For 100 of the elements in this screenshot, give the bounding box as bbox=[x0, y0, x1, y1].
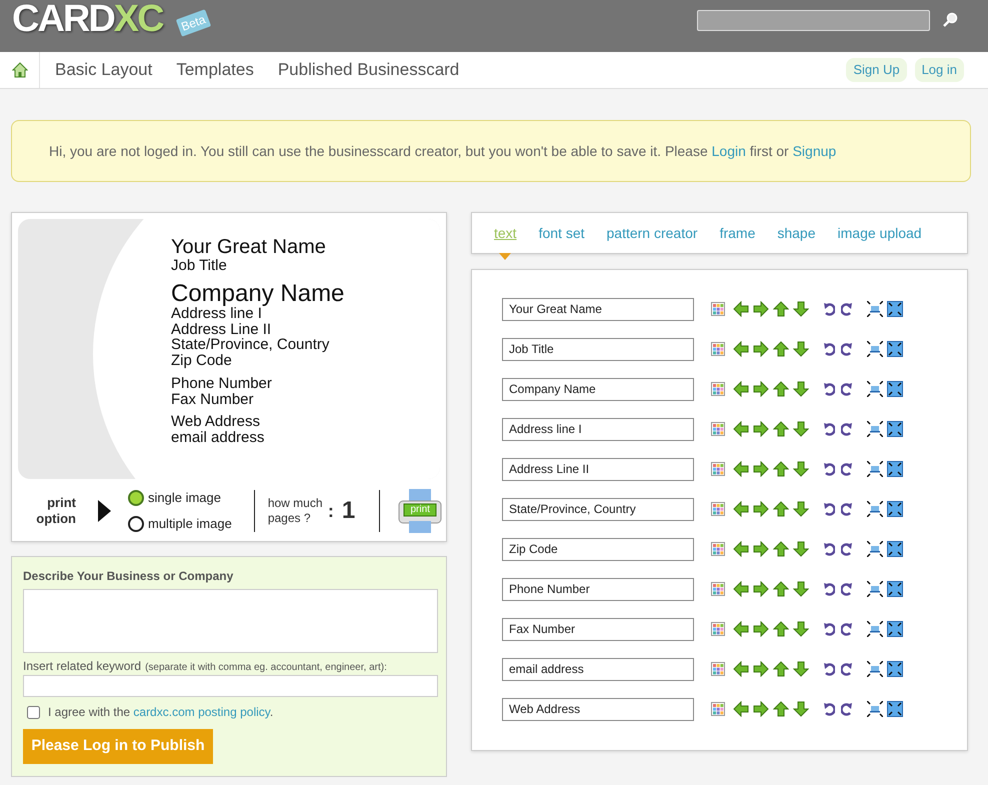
arrow-down-icon[interactable] bbox=[793, 621, 809, 637]
radio-button[interactable] bbox=[128, 516, 144, 532]
arrow-right-icon[interactable] bbox=[753, 661, 769, 677]
rotate-left-icon[interactable] bbox=[823, 542, 835, 556]
arrow-left-icon[interactable] bbox=[733, 421, 749, 437]
arrow-right-icon[interactable] bbox=[753, 421, 769, 437]
arrow-right-icon[interactable] bbox=[753, 541, 769, 557]
rotate-right-icon[interactable] bbox=[841, 462, 853, 476]
text-field[interactable]: Address line I bbox=[502, 418, 694, 440]
arrow-left-icon[interactable] bbox=[733, 381, 749, 397]
arrow-left-icon[interactable] bbox=[733, 581, 749, 597]
arrow-right-icon[interactable] bbox=[753, 581, 769, 597]
rotate-right-icon[interactable] bbox=[841, 342, 853, 356]
rotate-right-icon[interactable] bbox=[841, 302, 853, 316]
arrow-down-icon[interactable] bbox=[793, 701, 809, 717]
arrow-right-icon[interactable] bbox=[753, 621, 769, 637]
text-field[interactable]: Your Great Name bbox=[502, 298, 694, 320]
text-field[interactable]: Fax Number bbox=[502, 618, 694, 640]
expand-icon[interactable] bbox=[887, 341, 903, 357]
color-palette-icon[interactable] bbox=[711, 422, 725, 436]
expand-icon[interactable] bbox=[887, 381, 903, 397]
nav-link[interactable]: Templates bbox=[176, 57, 254, 83]
color-palette-icon[interactable] bbox=[711, 302, 725, 316]
rotate-left-icon[interactable] bbox=[823, 382, 835, 396]
arrow-down-icon[interactable] bbox=[793, 341, 809, 357]
arrow-down-icon[interactable] bbox=[793, 421, 809, 437]
arrow-down-icon[interactable] bbox=[793, 541, 809, 557]
shrink-icon[interactable] bbox=[867, 661, 883, 677]
rotate-left-icon[interactable] bbox=[823, 662, 835, 676]
expand-icon[interactable] bbox=[887, 701, 903, 717]
rotate-right-icon[interactable] bbox=[841, 422, 853, 436]
expand-icon[interactable] bbox=[887, 421, 903, 437]
description-field[interactable] bbox=[23, 589, 438, 653]
shrink-icon[interactable] bbox=[867, 421, 883, 437]
rotate-right-icon[interactable] bbox=[841, 582, 853, 596]
arrow-left-icon[interactable] bbox=[733, 341, 749, 357]
logo-text[interactable]: CARDXC bbox=[12, 0, 163, 40]
text-field[interactable]: State/Province, Country bbox=[502, 498, 694, 520]
home-icon[interactable] bbox=[12, 62, 28, 78]
rotate-right-icon[interactable] bbox=[841, 702, 853, 716]
arrow-down-icon[interactable] bbox=[793, 461, 809, 477]
arrow-up-icon[interactable] bbox=[773, 541, 789, 557]
text-field[interactable]: Company Name bbox=[502, 378, 694, 400]
arrow-right-icon[interactable] bbox=[753, 301, 769, 317]
rotate-right-icon[interactable] bbox=[841, 502, 853, 516]
shrink-icon[interactable] bbox=[867, 301, 883, 317]
arrow-left-icon[interactable] bbox=[733, 661, 749, 677]
nav-link[interactable]: Published Businesscard bbox=[278, 57, 460, 83]
radio-button[interactable] bbox=[128, 490, 144, 506]
rotate-left-icon[interactable] bbox=[823, 422, 835, 436]
text-field[interactable]: Job Title bbox=[502, 338, 694, 360]
text-field[interactable]: Phone Number bbox=[502, 578, 694, 600]
shrink-icon[interactable] bbox=[867, 581, 883, 597]
color-palette-icon[interactable] bbox=[711, 662, 725, 676]
arrow-right-icon[interactable] bbox=[753, 381, 769, 397]
shrink-icon[interactable] bbox=[867, 541, 883, 557]
agree-checkbox[interactable] bbox=[27, 706, 40, 718]
shrink-icon[interactable] bbox=[867, 621, 883, 637]
arrow-up-icon[interactable] bbox=[773, 301, 789, 317]
text-field[interactable]: Address Line II bbox=[502, 458, 694, 480]
rotate-left-icon[interactable] bbox=[823, 302, 835, 316]
shrink-icon[interactable] bbox=[867, 381, 883, 397]
arrow-up-icon[interactable] bbox=[773, 661, 789, 677]
rotate-right-icon[interactable] bbox=[841, 382, 853, 396]
color-palette-icon[interactable] bbox=[711, 542, 725, 556]
arrow-right-icon[interactable] bbox=[753, 341, 769, 357]
arrow-left-icon[interactable] bbox=[733, 541, 749, 557]
arrow-left-icon[interactable] bbox=[733, 501, 749, 517]
rotate-right-icon[interactable] bbox=[841, 662, 853, 676]
arrow-left-icon[interactable] bbox=[733, 621, 749, 637]
text-field[interactable]: Zip Code bbox=[502, 538, 694, 560]
search-field[interactable] bbox=[697, 10, 930, 30]
rotate-left-icon[interactable] bbox=[823, 622, 835, 636]
arrow-up-icon[interactable] bbox=[773, 341, 789, 357]
expand-icon[interactable] bbox=[887, 461, 903, 477]
rotate-left-icon[interactable] bbox=[823, 342, 835, 356]
arrow-up-icon[interactable] bbox=[773, 621, 789, 637]
arrow-down-icon[interactable] bbox=[793, 661, 809, 677]
color-palette-icon[interactable] bbox=[711, 622, 725, 636]
color-palette-icon[interactable] bbox=[711, 382, 725, 396]
expand-icon[interactable] bbox=[887, 501, 903, 517]
arrow-left-icon[interactable] bbox=[733, 301, 749, 317]
arrow-down-icon[interactable] bbox=[793, 581, 809, 597]
color-palette-icon[interactable] bbox=[711, 582, 725, 596]
shrink-icon[interactable] bbox=[867, 341, 883, 357]
arrow-up-icon[interactable] bbox=[773, 701, 789, 717]
arrow-up-icon[interactable] bbox=[773, 501, 789, 517]
arrow-right-icon[interactable] bbox=[753, 501, 769, 517]
arrow-left-icon[interactable] bbox=[733, 461, 749, 477]
arrow-left-icon[interactable] bbox=[733, 701, 749, 717]
rotate-left-icon[interactable] bbox=[823, 702, 835, 716]
rotate-left-icon[interactable] bbox=[823, 502, 835, 516]
rotate-left-icon[interactable] bbox=[823, 582, 835, 596]
text-field[interactable]: Web Address bbox=[502, 698, 694, 720]
color-palette-icon[interactable] bbox=[711, 462, 725, 476]
rotate-left-icon[interactable] bbox=[823, 462, 835, 476]
arrow-up-icon[interactable] bbox=[773, 381, 789, 397]
rotate-right-icon[interactable] bbox=[841, 542, 853, 556]
arrow-right-icon[interactable] bbox=[753, 701, 769, 717]
color-palette-icon[interactable] bbox=[711, 342, 725, 356]
